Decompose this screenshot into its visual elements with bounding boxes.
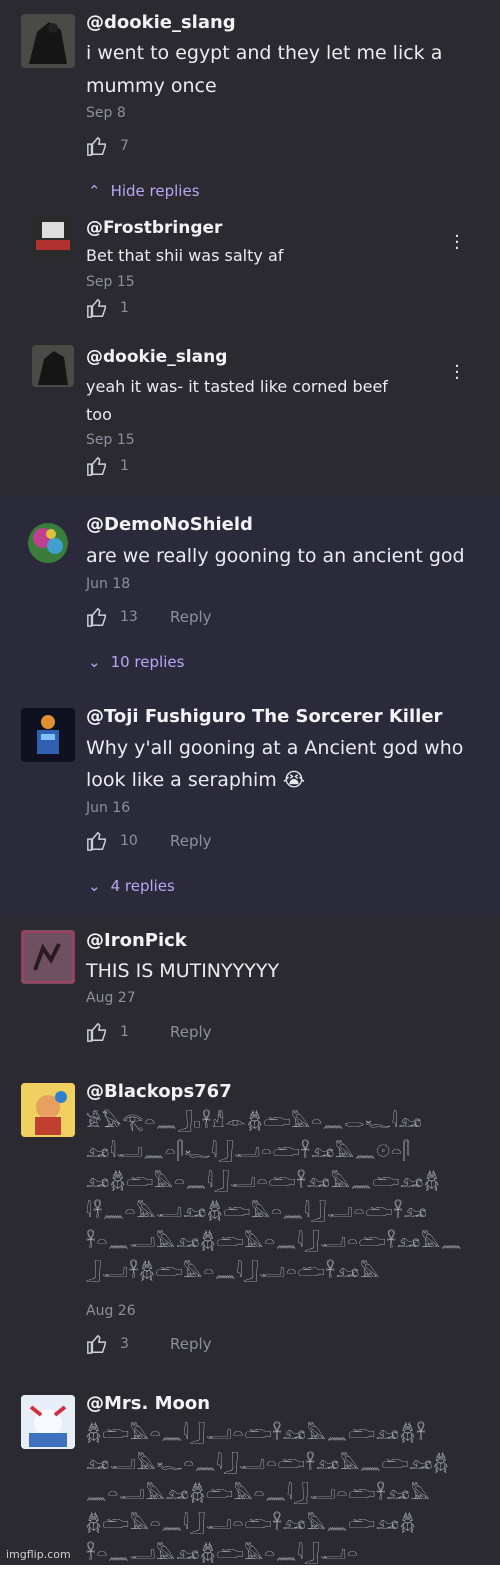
like-count: 3 (120, 1336, 129, 1352)
username[interactable]: @IronPick (86, 930, 187, 951)
comment-date: Aug 26 (86, 1303, 136, 1319)
comment-actions: 3 Reply (86, 1332, 212, 1356)
thumbs-up-icon[interactable] (86, 606, 108, 628)
like-count: 1 (120, 458, 129, 474)
chevron-up-icon: ⌃ (88, 182, 101, 200)
username[interactable]: @DemoNoShield (86, 514, 253, 535)
username[interactable]: @dookie_slang (86, 347, 227, 367)
reply-button[interactable]: Reply (170, 1023, 212, 1041)
comment-actions: 7 (86, 134, 156, 158)
avatar[interactable] (21, 1083, 75, 1137)
more-options-icon[interactable]: · · · (454, 358, 460, 388)
comment-text: Why y'all gooning at a Ancient god who (86, 737, 464, 759)
like-count: 1 (120, 1024, 129, 1040)
avatar[interactable] (21, 930, 75, 984)
reply-text: Bet that shii was salty af (86, 246, 284, 265)
reply-text: yeah it was- it tasted like corned beef (86, 377, 388, 396)
hieroglyph-text: 𓆣𓂧𓅓𓏏𓈖𓇋𓃀𓂝𓏏𓂧𓋹𓃭𓅓𓈖𓂧𓃭𓆣𓋹 𓃭𓂝𓅓𓆑𓏏𓈖𓇋𓃀𓂝𓏏𓂧𓋹𓃭𓅓𓈖𓂧𓃭𓆣 𓈖𓏏… (86, 1424, 450, 1564)
chevron-down-icon: ⌄ (88, 653, 101, 671)
comment-date: Jun 18 (86, 576, 131, 592)
show-replies-toggle[interactable]: ⌄ 4 replies (88, 877, 175, 895)
thumbs-up-icon[interactable] (86, 135, 108, 157)
watermark: imgflip.com (6, 1548, 71, 1561)
like-count: 10 (120, 833, 138, 849)
avatar[interactable] (32, 216, 74, 258)
like-count: 1 (120, 300, 129, 316)
reply-button[interactable]: Reply (170, 1335, 212, 1353)
show-replies-toggle[interactable]: ⌄ 10 replies (88, 653, 184, 671)
more-options-icon[interactable]: · · · (454, 228, 460, 258)
reply-button[interactable]: Reply (170, 832, 212, 850)
comment-text: THIS IS MUTINYYYYY (86, 960, 280, 982)
chevron-down-icon: ⌄ (88, 877, 101, 895)
username[interactable]: @dookie_slang (86, 12, 236, 33)
thumbs-up-icon[interactable] (86, 1021, 108, 1043)
avatar[interactable] (21, 708, 75, 762)
comment-text: mummy once (86, 75, 217, 97)
thumbs-up-icon[interactable] (86, 455, 108, 477)
reply-actions: 1 (86, 296, 156, 320)
like-count: 13 (120, 609, 138, 625)
hieroglyph-text: 𓀀𓅃𓂀𓏏𓈖𓃀𓊪𓋹𓀭𓁹𓆣𓂧𓅓𓏏𓈖𓂋𓆑𓇋𓃭 𓃭𓇋𓂝𓈖𓏏𓋴𓆑𓇋𓃀𓂝𓏏𓂧𓋹𓃭𓅓𓈖𓇳𓏏𓋴 … (86, 1112, 463, 1282)
comment-text: are we really gooning to an ancient god (86, 545, 465, 567)
thumbs-up-icon[interactable] (86, 1333, 108, 1355)
username[interactable]: @Mrs. Moon (86, 1393, 210, 1414)
comment-date: Jun 16 (86, 800, 131, 816)
reply-date: Sep 15 (86, 274, 135, 290)
username[interactable]: @Blackops767 (86, 1081, 232, 1102)
comment-text: i went to egypt and they let me lick a (86, 42, 443, 64)
comment-date: Aug 27 (86, 990, 136, 1006)
avatar[interactable] (21, 1395, 75, 1449)
username[interactable]: @Frostbringer (86, 218, 222, 238)
comment-actions: 13 Reply (86, 605, 212, 629)
comment-text: look like a seraphim 😭 (86, 769, 306, 791)
avatar[interactable] (21, 14, 75, 68)
thumbs-up-icon[interactable] (86, 830, 108, 852)
like-count: 7 (120, 138, 129, 154)
hide-replies-toggle[interactable]: ⌃ Hide replies (88, 182, 200, 200)
avatar[interactable] (32, 345, 74, 387)
username[interactable]: @Toji Fushiguro The Sorcerer Killer (86, 706, 442, 727)
comment-actions: 10 Reply (86, 829, 212, 853)
reply-text: too (86, 405, 112, 424)
comment-date: Sep 8 (86, 105, 126, 121)
avatar[interactable] (21, 516, 75, 570)
thumbs-up-icon[interactable] (86, 297, 108, 319)
reply-date: Sep 15 (86, 432, 135, 448)
reply-actions: 1 (86, 454, 156, 478)
comment-actions: 1 Reply (86, 1020, 212, 1044)
reply-button[interactable]: Reply (170, 608, 212, 626)
